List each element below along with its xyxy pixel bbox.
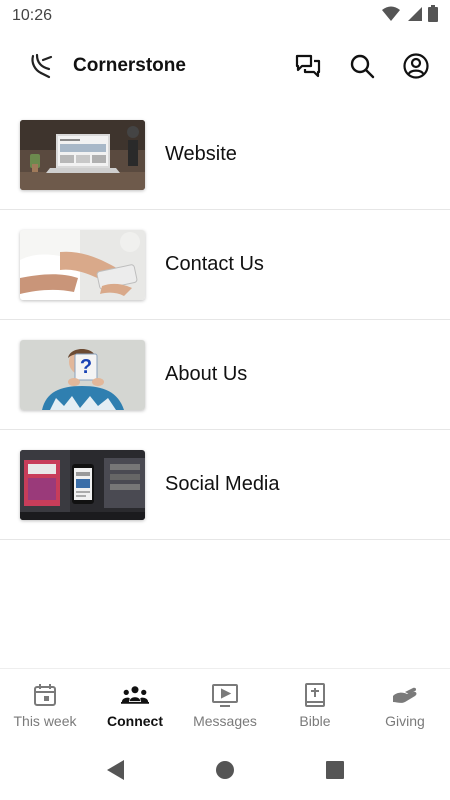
connect-menu-list: Website Contact Us ? About Us Social Med… [0, 100, 450, 540]
app-actions [290, 48, 434, 84]
nav-label-this-week: This week [13, 712, 77, 729]
play-screen-icon [211, 681, 239, 709]
item-label-contact-us: Contact Us [165, 253, 264, 275]
home-icon[interactable] [213, 758, 237, 782]
app-bar: Cornerstone [0, 32, 450, 100]
bible-icon [301, 681, 329, 709]
nav-tab-this-week[interactable]: This week [0, 669, 90, 740]
group-icon [121, 681, 149, 709]
website-thumbnail [20, 119, 145, 190]
status-time: 10:26 [12, 7, 53, 24]
wifi-icon [382, 6, 400, 27]
account-icon[interactable] [398, 48, 434, 84]
list-item-social-media[interactable]: Social Media [0, 430, 450, 540]
system-nav-bar [0, 740, 450, 800]
back-icon[interactable] [103, 758, 127, 782]
nav-label-giving: Giving [385, 712, 425, 729]
status-bar: 10:26 [0, 0, 450, 32]
chat-icon[interactable] [290, 48, 326, 84]
nav-tab-bible[interactable]: Bible [270, 669, 360, 740]
nav-tab-messages[interactable]: Messages [180, 669, 270, 740]
nav-tab-giving[interactable]: Giving [360, 669, 450, 740]
status-icons [382, 5, 438, 27]
nav-tab-connect[interactable]: Connect [90, 669, 180, 740]
list-item-contact-us[interactable]: Contact Us [0, 210, 450, 320]
social-media-thumbnail [20, 449, 145, 520]
nav-label-connect: Connect [107, 712, 163, 729]
battery-icon [428, 5, 438, 27]
item-label-website: Website [165, 143, 237, 165]
item-label-about-us: About Us [165, 363, 248, 385]
contact-us-thumbnail [20, 229, 145, 300]
item-label-social-media: Social Media [165, 473, 280, 495]
search-icon[interactable] [344, 48, 380, 84]
nav-label-messages: Messages [193, 712, 257, 729]
svg-text:?: ? [80, 356, 92, 378]
nav-label-bible: Bible [299, 712, 331, 729]
about-us-thumbnail: ? [20, 339, 145, 410]
list-item-website[interactable]: Website [0, 100, 450, 210]
bottom-nav: This week Connect Messages Bible Giving [0, 668, 450, 740]
giving-hand-icon [391, 681, 419, 709]
list-item-about-us[interactable]: ? About Us [0, 320, 450, 430]
calendar-icon [31, 681, 59, 709]
cornerstone-logo[interactable] [24, 48, 60, 84]
app-title: Cornerstone [73, 55, 186, 76]
recents-icon[interactable] [323, 758, 347, 782]
cell-signal-icon [406, 6, 422, 27]
